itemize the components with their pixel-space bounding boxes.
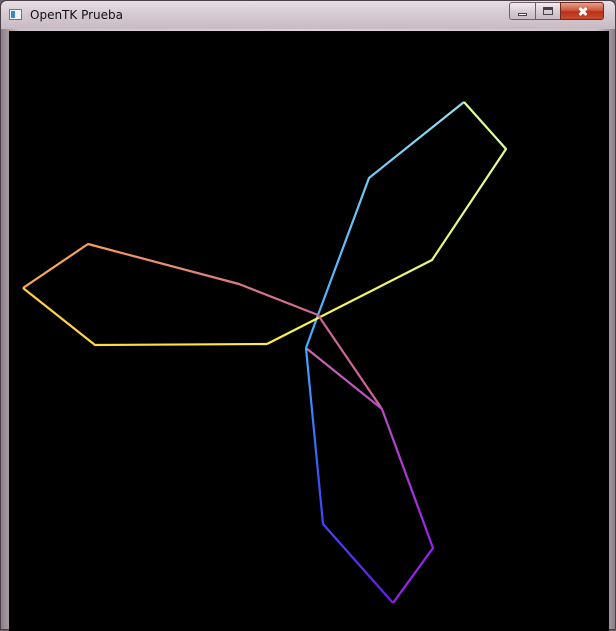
window-title: OpenTK Prueba <box>30 8 123 22</box>
left-blade-bottom-edge <box>22 287 268 347</box>
upper-blade-right-edge <box>266 101 508 345</box>
caption-buttons <box>509 2 604 21</box>
minimize-button[interactable] <box>509 2 535 20</box>
maximize-icon <box>536 3 560 19</box>
title-bar[interactable]: OpenTK Prueba <box>1 1 615 29</box>
left-blade-top-edge <box>22 242 383 410</box>
app-window: OpenTK Prueba <box>0 0 616 631</box>
maximize-button[interactable] <box>535 2 560 20</box>
close-button[interactable] <box>560 2 604 20</box>
close-icon <box>561 3 603 19</box>
minimize-icon <box>510 3 535 19</box>
lower-blade-right-edge <box>305 347 435 604</box>
propeller-drawing <box>22 101 508 604</box>
app-window-icon[interactable] <box>9 9 22 20</box>
render-canvas[interactable] <box>9 31 609 631</box>
lower-blade-left-edge <box>304 347 394 604</box>
